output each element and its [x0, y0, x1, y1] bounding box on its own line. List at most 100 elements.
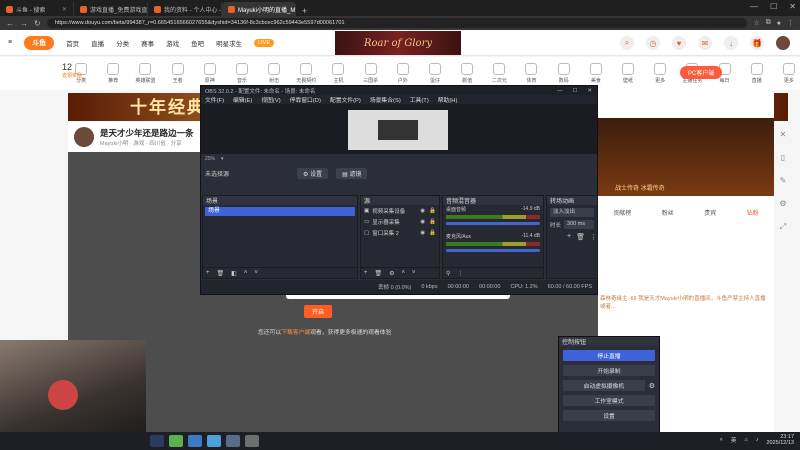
category-item[interactable]: 直播: [746, 63, 768, 84]
volume-slider[interactable]: [446, 249, 540, 252]
source-filters-button[interactable]: ▤ 滤镜: [336, 167, 368, 179]
gear-icon[interactable]: ⚙: [389, 270, 394, 277]
browser-tab-1[interactable]: 游戏直播_免费游戏直播_斗鱼直播✕: [74, 2, 148, 16]
filter-icon[interactable]: ◧: [231, 270, 237, 277]
lock-icon[interactable]: 🔒: [429, 230, 436, 236]
phone-icon[interactable]: ▯: [781, 153, 785, 162]
menu-file[interactable]: 文件(F): [205, 95, 224, 104]
add-icon[interactable]: +: [206, 270, 210, 276]
close-icon[interactable]: ✕: [587, 88, 592, 94]
chevron-down-icon[interactable]: ▾: [221, 156, 224, 162]
menu-edit[interactable]: 编辑(E): [233, 95, 252, 104]
tab-diamond[interactable]: 钻粉: [747, 208, 759, 217]
category-item[interactable]: 户外: [392, 63, 414, 84]
profile-icon[interactable]: ●: [777, 20, 781, 27]
fullscreen-icon[interactable]: ⤢: [780, 222, 786, 232]
nav-games[interactable]: 游戏: [166, 38, 179, 48]
start-recording-button[interactable]: 开始录制: [563, 365, 655, 376]
download-icon[interactable]: ↓: [724, 36, 738, 50]
history-icon[interactable]: ◷: [646, 36, 660, 50]
tab-contribution[interactable]: 贡献榜: [613, 208, 631, 217]
category-item[interactable]: 无畏契约: [295, 63, 317, 84]
back-icon[interactable]: ←: [6, 19, 14, 28]
category-item[interactable]: 三国杀: [360, 63, 382, 84]
link-icon[interactable]: ⚲: [446, 270, 450, 277]
nav-star[interactable]: 明星求生: [216, 38, 242, 48]
search-icon[interactable]: ⌕: [620, 36, 634, 50]
forward-icon[interactable]: →: [20, 19, 28, 28]
add-icon[interactable]: +: [567, 233, 571, 241]
up-icon[interactable]: ˄: [402, 270, 406, 276]
volume-icon[interactable]: ♪: [756, 437, 759, 443]
gear-icon[interactable]: ⚙: [649, 382, 655, 390]
close-window-icon[interactable]: ✕: [789, 2, 796, 11]
follow-icon[interactable]: ♥: [672, 36, 686, 50]
download-client-link[interactable]: 下载客户端: [281, 330, 310, 336]
lock-icon[interactable]: 🔒: [429, 208, 436, 214]
site-logo[interactable]: 斗鱼: [24, 35, 55, 50]
user-level[interactable]: 12 去领奖励: [62, 62, 82, 79]
up-icon[interactable]: ˄: [244, 270, 248, 276]
tray-up-icon[interactable]: ˄: [720, 437, 723, 443]
nav-yuba[interactable]: 鱼吧: [191, 38, 204, 48]
category-item[interactable]: 颜值: [456, 63, 478, 84]
more-icon[interactable]: ⋮: [457, 270, 463, 277]
stop-streaming-button[interactable]: 停止直播: [563, 350, 655, 361]
scene-item[interactable]: 场景: [205, 207, 355, 216]
nav-live[interactable]: 直播: [91, 38, 104, 48]
transition-select[interactable]: 淡入淡出: [550, 208, 594, 217]
eye-icon[interactable]: ◉: [420, 230, 425, 236]
menu-view[interactable]: 视图(V): [261, 95, 280, 104]
eye-icon[interactable]: ◉: [420, 208, 425, 214]
category-item[interactable]: 王者: [167, 63, 189, 84]
category-item[interactable]: 音乐: [231, 63, 253, 84]
source-item-1[interactable]: ▭ 显示器采集 ◉ 🔒: [361, 216, 439, 227]
duration-input[interactable]: 300 ms: [564, 220, 594, 229]
nav-home[interactable]: 首页: [66, 38, 79, 48]
nav-events[interactable]: 赛事: [141, 38, 154, 48]
browser-tab-0[interactable]: 斗鱼 - 搜索 ✕: [0, 2, 74, 16]
tab-fans[interactable]: 粉丝: [662, 208, 674, 217]
down-icon[interactable]: ˅: [412, 270, 416, 276]
minimize-icon[interactable]: —: [557, 88, 563, 94]
category-item[interactable]: 射击: [263, 63, 285, 84]
obs-icon[interactable]: [245, 435, 259, 447]
trash-icon[interactable]: 🗑: [576, 233, 585, 241]
tab-vip[interactable]: 贵宾: [704, 208, 716, 217]
start-virtual-camera-button[interactable]: 启动虚拟摄像机: [563, 380, 645, 391]
clock[interactable]: 23:17 2025/12/13: [766, 434, 794, 446]
reload-icon[interactable]: ↻: [34, 19, 41, 28]
menu-help[interactable]: 帮助(H): [438, 95, 458, 104]
source-settings-button[interactable]: ⚙ 设置: [297, 167, 329, 179]
settings-icon[interactable]: ⚙: [779, 199, 786, 208]
maximize-icon[interactable]: ☐: [770, 2, 777, 11]
category-item[interactable]: 壁纸: [617, 63, 639, 84]
user-avatar[interactable]: [776, 36, 790, 50]
category-item[interactable]: 更多: [649, 63, 671, 84]
category-item[interactable]: 更多: [778, 63, 800, 84]
browser-tab-3[interactable]: Mayuki小明的直播_Mayuki小明✕: [222, 2, 296, 16]
app-icon[interactable]: [207, 435, 221, 447]
category-item[interactable]: 英雄联盟: [134, 63, 156, 84]
category-item[interactable]: 二次元: [488, 63, 510, 84]
category-item[interactable]: 原神: [199, 63, 221, 84]
new-tab-button[interactable]: +: [296, 6, 313, 16]
category-item[interactable]: 美食: [585, 63, 607, 84]
gift-icon[interactable]: 🎁: [750, 36, 764, 50]
nav-category[interactable]: 分类: [116, 38, 129, 48]
url-input[interactable]: https://www.douyu.com/beta/994387_r=0.66…: [46, 18, 748, 28]
message-icon[interactable]: ✉: [698, 36, 712, 50]
pc-client-button[interactable]: PC客户端: [680, 66, 723, 79]
category-item[interactable]: 数码: [553, 63, 575, 84]
category-item[interactable]: 主机: [327, 63, 349, 84]
star-icon[interactable]: ☆: [753, 19, 759, 27]
eye-icon[interactable]: ◉: [420, 219, 425, 225]
volume-slider[interactable]: [446, 222, 540, 225]
hamburger-icon[interactable]: ≡: [8, 39, 12, 46]
app-icon[interactable]: [169, 435, 183, 447]
open-button[interactable]: 开启: [304, 305, 333, 318]
menu-scene-collection[interactable]: 场景集合(S): [370, 95, 401, 104]
lock-icon[interactable]: 🔒: [429, 219, 436, 225]
streamer-avatar[interactable]: [74, 127, 94, 147]
app-icon[interactable]: [226, 435, 240, 447]
